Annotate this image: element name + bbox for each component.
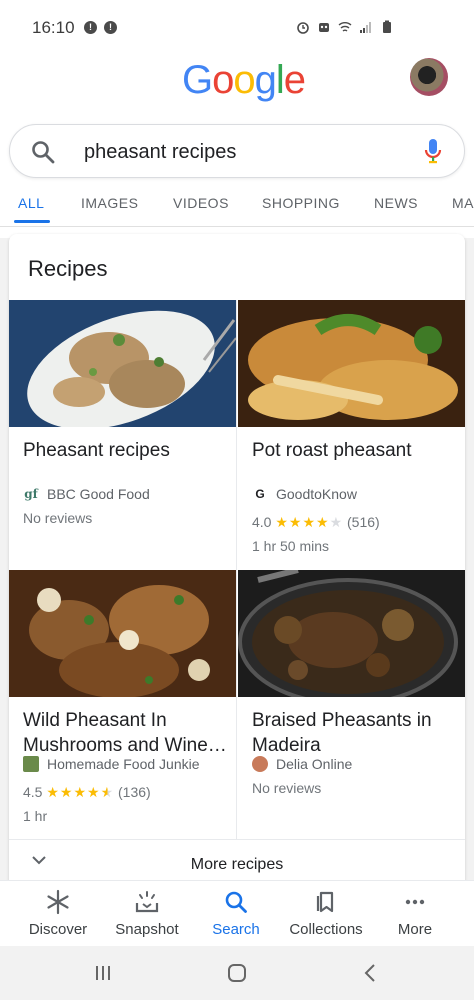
nav-label: Search bbox=[212, 921, 260, 938]
nav-snapshot[interactable]: Snapshot bbox=[100, 889, 194, 938]
tab-more-overflow[interactable]: MA bbox=[452, 195, 474, 211]
recipe-card-item[interactable]: Pot roast pheasant G GoodtoKnow 4.0 ★★★★… bbox=[238, 300, 465, 570]
asterisk-icon bbox=[47, 889, 69, 915]
recipe-source: Delia Online bbox=[252, 756, 352, 772]
recipe-source: Homemade Food Junkie bbox=[23, 756, 200, 772]
signal-icon bbox=[360, 22, 371, 33]
tab-shopping[interactable]: SHOPPING bbox=[262, 195, 340, 211]
recipe-card-item[interactable]: Wild Pheasant In Mushrooms and Wine… Hom… bbox=[9, 570, 236, 840]
nav-label: Discover bbox=[28, 921, 88, 938]
rating-value: 4.5 bbox=[23, 784, 43, 800]
status-bar: 16:10 ! ! bbox=[0, 0, 474, 58]
bottom-navigation: Discover Snapshot Search Collections Mor… bbox=[0, 880, 474, 946]
tab-all[interactable]: ALL bbox=[18, 195, 44, 211]
nav-label: Snapshot bbox=[115, 921, 179, 938]
search-header: Google pheasant recipes ALL IMAGES VIDEO… bbox=[0, 58, 474, 238]
source-logo-icon bbox=[252, 756, 268, 772]
logo-letter: o bbox=[212, 58, 234, 102]
snapshot-icon bbox=[135, 891, 159, 913]
recipe-source: G GoodtoKnow bbox=[252, 486, 357, 502]
search-box[interactable]: pheasant recipes bbox=[9, 124, 465, 178]
recipe-title[interactable]: Wild Pheasant In Mushrooms and Wine… bbox=[23, 708, 233, 758]
search-icon bbox=[225, 891, 247, 913]
system-navigation bbox=[0, 946, 474, 1000]
more-recipes-label: More recipes bbox=[190, 856, 284, 873]
grid-divider bbox=[236, 300, 237, 840]
recipe-reviews: No reviews bbox=[23, 510, 93, 526]
recipe-rating: 4.0 ★★★★★ (516) bbox=[252, 514, 380, 531]
nav-more[interactable]: More bbox=[368, 889, 462, 938]
battery-icon bbox=[383, 20, 391, 33]
status-icons bbox=[296, 20, 394, 34]
recipes-card: Recipes Pheasant recipes gf BBC Good Foo… bbox=[9, 234, 465, 884]
recipe-image[interactable] bbox=[9, 300, 236, 427]
tab-videos[interactable]: VIDEOS bbox=[173, 195, 229, 211]
nav-discover[interactable]: Discover bbox=[11, 889, 105, 938]
more-recipes-button[interactable]: More recipes bbox=[9, 840, 465, 884]
logo-letter: l bbox=[275, 58, 285, 102]
tab-news[interactable]: NEWS bbox=[374, 195, 418, 211]
recipe-title[interactable]: Pot roast pheasant bbox=[252, 438, 462, 463]
microphone-icon[interactable] bbox=[424, 138, 442, 166]
recipe-card-item[interactable]: Braised Pheasants in Madeira Delia Onlin… bbox=[238, 570, 465, 840]
status-time: 16:10 bbox=[32, 18, 75, 37]
recipe-image[interactable] bbox=[9, 570, 236, 697]
logo-letter: o bbox=[233, 58, 255, 102]
rating-stars: ★★★★★ bbox=[275, 514, 344, 530]
account-avatar[interactable] bbox=[410, 58, 448, 96]
logo-letter: g bbox=[254, 58, 277, 102]
tab-images[interactable]: IMAGES bbox=[81, 195, 138, 211]
source-name: GoodtoKnow bbox=[276, 486, 357, 502]
recipe-image[interactable] bbox=[238, 570, 465, 697]
header-divider bbox=[0, 226, 474, 227]
nav-search[interactable]: Search bbox=[189, 889, 283, 938]
wifi-icon bbox=[338, 22, 352, 32]
nav-label: More bbox=[397, 921, 433, 938]
nav-collections[interactable]: Collections bbox=[279, 889, 373, 938]
collections-icon bbox=[316, 891, 334, 913]
recipes-title: Recipes bbox=[28, 256, 108, 281]
nav-label: Collections bbox=[289, 921, 363, 938]
recipe-image[interactable] bbox=[238, 300, 465, 427]
back-icon[interactable] bbox=[360, 962, 382, 984]
recipe-reviews: No reviews bbox=[252, 780, 322, 796]
source-logo-icon: G bbox=[255, 487, 265, 501]
source-name: BBC Good Food bbox=[47, 486, 150, 502]
recent-apps-icon[interactable] bbox=[92, 962, 114, 984]
alert-icon: ! bbox=[104, 21, 117, 34]
search-icon bbox=[32, 141, 55, 164]
logo-letter: G bbox=[182, 58, 213, 102]
rating-count: (516) bbox=[347, 514, 380, 530]
source-logo-icon: gf bbox=[24, 487, 38, 501]
search-tabs: ALL IMAGES VIDEOS SHOPPING NEWS MA bbox=[0, 186, 474, 228]
active-tab-indicator bbox=[14, 220, 50, 223]
alarm-icon bbox=[297, 22, 309, 34]
source-name: Homemade Food Junkie bbox=[47, 756, 200, 772]
search-query[interactable]: pheasant recipes bbox=[84, 141, 236, 164]
robot-icon bbox=[319, 23, 329, 32]
recipe-title[interactable]: Pheasant recipes bbox=[23, 438, 233, 463]
alert-icon: ! bbox=[84, 21, 97, 34]
recipe-title[interactable]: Braised Pheasants in Madeira bbox=[252, 708, 462, 758]
more-dots-icon bbox=[405, 899, 425, 905]
logo-letter: e bbox=[283, 58, 306, 102]
google-logo[interactable]: Google bbox=[182, 58, 306, 103]
recipe-card-item[interactable]: Pheasant recipes gf BBC Good Food No rev… bbox=[9, 300, 236, 570]
home-icon[interactable] bbox=[226, 962, 248, 984]
recipe-time: 1 hr 50 mins bbox=[252, 538, 330, 554]
recipe-rating: 4.5 ★★★★★ (136) bbox=[23, 784, 151, 801]
recipe-time: 1 hr bbox=[23, 808, 48, 824]
rating-count: (136) bbox=[118, 784, 151, 800]
source-logo-icon bbox=[23, 756, 39, 772]
source-name: Delia Online bbox=[276, 756, 353, 772]
rating-stars: ★★★★★ bbox=[46, 784, 115, 800]
rating-value: 4.0 bbox=[252, 514, 272, 530]
recipe-source: gf BBC Good Food bbox=[23, 486, 150, 502]
